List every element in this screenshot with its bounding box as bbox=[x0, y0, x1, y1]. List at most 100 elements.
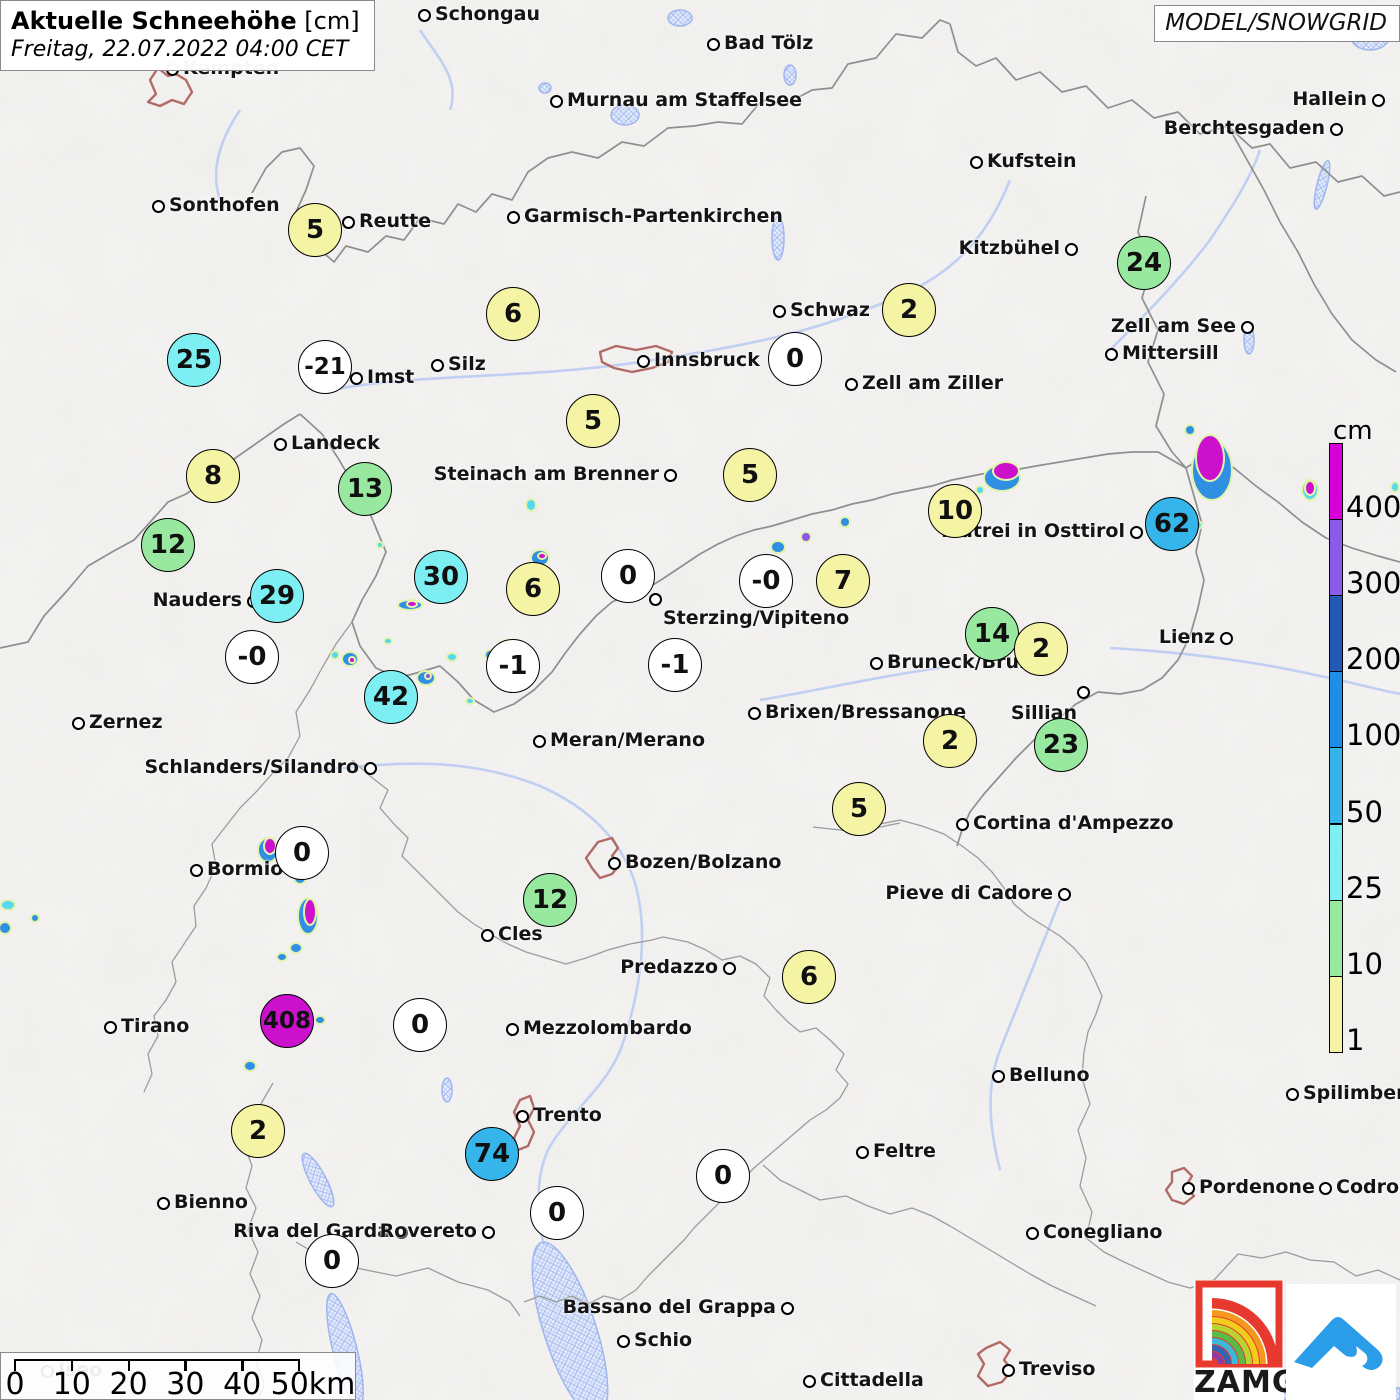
station-value-marker: 408 bbox=[260, 994, 314, 1048]
legend-segment bbox=[1329, 519, 1343, 597]
town-label: Zernez bbox=[89, 711, 163, 733]
legend-segment bbox=[1329, 975, 1343, 1053]
town-label: Cittadella bbox=[820, 1369, 924, 1391]
town-marker bbox=[1064, 242, 1078, 256]
town-label: Trento bbox=[533, 1104, 602, 1126]
town-label: Spilimbergo bbox=[1303, 1082, 1400, 1104]
station-value-marker: 2 bbox=[882, 283, 936, 337]
town-marker bbox=[747, 706, 761, 720]
town-marker bbox=[505, 1022, 519, 1036]
legend-label: 10 bbox=[1346, 946, 1383, 981]
town-marker bbox=[1025, 1226, 1039, 1240]
station-value-marker: 6 bbox=[782, 950, 836, 1004]
town-label: Bozen/Bolzano bbox=[625, 851, 782, 873]
town-marker bbox=[1240, 320, 1254, 334]
legend-segment bbox=[1329, 443, 1343, 521]
station-value-marker: 0 bbox=[275, 826, 329, 880]
station-value-marker: 5 bbox=[288, 203, 342, 257]
station-value-marker: 0 bbox=[768, 332, 822, 386]
town-marker bbox=[1329, 122, 1343, 136]
station-value-marker: 29 bbox=[250, 569, 304, 623]
town-label: Silz bbox=[448, 353, 486, 375]
snow-patch bbox=[314, 1015, 326, 1025]
town-label: Treviso bbox=[1019, 1358, 1096, 1380]
town-marker bbox=[869, 656, 883, 670]
town-marker bbox=[722, 961, 736, 975]
legend-label: 400 bbox=[1346, 490, 1400, 525]
snow-patch bbox=[800, 531, 812, 543]
town-marker bbox=[1219, 631, 1233, 645]
town-label: Berchtesgaden bbox=[1163, 117, 1325, 139]
station-value-marker: 0 bbox=[530, 1186, 584, 1240]
station-value-marker: 25 bbox=[167, 333, 221, 387]
station-value-marker: 6 bbox=[506, 562, 560, 616]
town-marker bbox=[772, 304, 786, 318]
town-marker bbox=[706, 37, 720, 51]
zamg-logo: ZAMG bbox=[1194, 1280, 1296, 1400]
station-value-marker: 30 bbox=[414, 550, 468, 604]
snow-patch bbox=[276, 952, 288, 962]
town-label: Rovereto bbox=[379, 1220, 477, 1242]
legend-label: 300 bbox=[1346, 566, 1400, 601]
town-marker bbox=[802, 1374, 816, 1388]
scale-bar-label: 30 bbox=[166, 1367, 205, 1400]
station-value-marker: 2 bbox=[231, 1104, 285, 1158]
town-marker bbox=[151, 199, 165, 213]
town-label: Kufstein bbox=[987, 150, 1077, 172]
town-label: Riva del Garda bbox=[233, 1220, 390, 1242]
town-label: Imst bbox=[367, 366, 415, 388]
snow-patch bbox=[289, 942, 303, 954]
town-marker bbox=[506, 210, 520, 224]
station-value-marker: 14 bbox=[965, 607, 1019, 661]
scale-bar-label: 50km bbox=[270, 1367, 356, 1400]
town-marker bbox=[341, 215, 355, 229]
mountain-wave-icon bbox=[1294, 1317, 1383, 1370]
station-value-marker: 10 bbox=[928, 484, 982, 538]
town-marker bbox=[648, 592, 662, 606]
town-marker bbox=[103, 1020, 117, 1034]
legend-segment bbox=[1329, 595, 1343, 673]
town-marker bbox=[480, 928, 494, 942]
legend-segment bbox=[1329, 899, 1343, 977]
legend-title: cm bbox=[1333, 416, 1373, 446]
town-marker bbox=[156, 1196, 170, 1210]
station-value-marker: 42 bbox=[364, 670, 418, 724]
snow-patch bbox=[348, 656, 356, 664]
town-label: Conegliano bbox=[1043, 1221, 1163, 1243]
town-marker bbox=[1104, 347, 1118, 361]
station-value-marker: 74 bbox=[465, 1127, 519, 1181]
town-marker bbox=[349, 371, 363, 385]
scale-bar: 0 10 20 30 40 50km bbox=[0, 1352, 356, 1400]
town-marker bbox=[515, 1109, 529, 1123]
town-label: Hallein bbox=[1292, 88, 1367, 110]
legend-segment bbox=[1329, 671, 1343, 749]
legend-label: 50 bbox=[1346, 794, 1383, 829]
station-value-marker: 62 bbox=[1145, 497, 1199, 551]
snow-patch bbox=[446, 652, 458, 662]
snow-patch bbox=[465, 697, 475, 705]
town-label: Pieve di Cadore bbox=[885, 882, 1053, 904]
snow-patch bbox=[406, 600, 418, 608]
station-value-marker: 7 bbox=[816, 554, 870, 608]
town-marker bbox=[417, 8, 431, 22]
legend-label: 200 bbox=[1346, 642, 1400, 677]
station-value-marker: 5 bbox=[723, 448, 777, 502]
station-value-marker: 12 bbox=[523, 873, 577, 927]
snow-patch bbox=[383, 637, 393, 645]
town-label: Reutte bbox=[359, 210, 432, 232]
town-marker bbox=[636, 354, 650, 368]
town-label: Codroipo bbox=[1336, 1176, 1400, 1198]
snow-patch bbox=[303, 898, 317, 926]
town-label: Feltre bbox=[873, 1140, 936, 1162]
town-label: Cortina d'Ampezzo bbox=[973, 812, 1174, 834]
town-label: Garmisch-Partenkirchen bbox=[524, 205, 783, 227]
scale-bar-label: 10 bbox=[52, 1367, 91, 1400]
town-marker bbox=[189, 863, 203, 877]
legend-label: 1 bbox=[1346, 1022, 1365, 1057]
town-label: Landeck bbox=[291, 432, 380, 454]
snow-patch bbox=[525, 498, 537, 512]
town-label: Schlanders/Silandro bbox=[144, 756, 359, 778]
town-label: Cles bbox=[498, 923, 543, 945]
town-label: Bormio bbox=[207, 858, 284, 880]
town-marker bbox=[1318, 1181, 1332, 1195]
